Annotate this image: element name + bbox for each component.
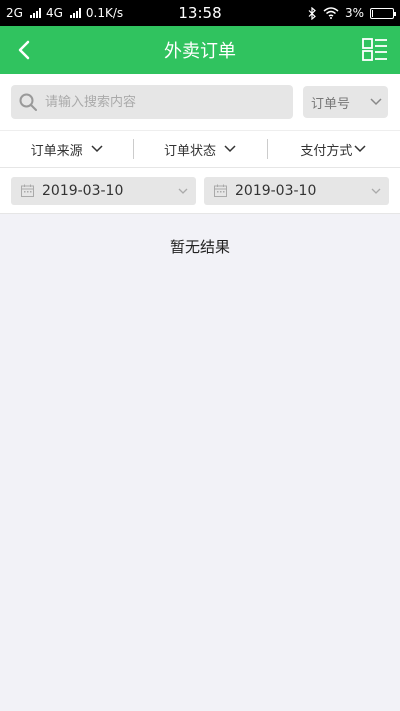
signal-icon (69, 8, 81, 18)
chevron-down-icon (371, 188, 381, 194)
calendar-icon (21, 184, 34, 197)
grid-list-icon (362, 38, 387, 61)
network-type-1: 2G (6, 6, 23, 20)
date-row: 2019-03-10 2019-03-10 (0, 168, 400, 214)
status-time: 13:58 (178, 4, 222, 22)
status-left: 2G 4G 0.1K/s (6, 6, 123, 20)
network-type-2: 4G (45, 6, 63, 20)
signal-icon (29, 8, 41, 18)
start-date-value: 2019-03-10 (42, 182, 124, 199)
filter-row: 订单来源 订单状态 支付方式 (0, 130, 400, 168)
filter-label: 订单状态 (163, 143, 216, 159)
chevron-down-icon (354, 145, 366, 153)
chevron-down-icon (224, 145, 236, 153)
chevron-left-icon (18, 40, 30, 60)
search-row: 订单号 (0, 74, 400, 130)
end-date-value: 2019-03-10 (235, 182, 317, 199)
empty-state-text: 暂无结果 (169, 238, 230, 256)
start-date-picker[interactable]: 2019-03-10 (11, 176, 196, 205)
search-type-value: 订单号 (311, 96, 351, 112)
wifi-icon (323, 7, 339, 19)
chevron-down-icon (91, 145, 103, 153)
chevron-down-icon (370, 98, 382, 106)
filter-payment-method[interactable]: 支付方式 (266, 138, 400, 159)
chevron-down-icon (178, 188, 188, 194)
calendar-icon (214, 184, 227, 197)
battery-percent: 3% (344, 6, 364, 20)
filter-order-source[interactable]: 订单来源 (0, 140, 133, 159)
bluetooth-icon (308, 6, 316, 20)
filter-order-status[interactable]: 订单状态 (133, 138, 266, 159)
status-bar: 2G 4G 0.1K/s 13:58 3% (0, 0, 400, 26)
battery-icon (370, 7, 396, 19)
back-button[interactable] (10, 36, 38, 64)
filter-label: 订单来源 (30, 143, 83, 159)
filter-label: 支付方式 (300, 143, 353, 159)
search-box[interactable] (11, 85, 293, 119)
search-input[interactable] (43, 93, 285, 111)
status-right: 3% (308, 6, 396, 20)
menu-button[interactable] (362, 38, 388, 62)
network-speed: 0.1K/s (85, 6, 124, 20)
search-icon (19, 93, 37, 111)
page-title: 外卖订单 (164, 41, 236, 62)
search-type-select[interactable]: 订单号 (303, 86, 388, 118)
nav-bar: 外卖订单 (0, 26, 400, 74)
battery-level (372, 9, 373, 17)
end-date-picker[interactable]: 2019-03-10 (204, 176, 389, 205)
